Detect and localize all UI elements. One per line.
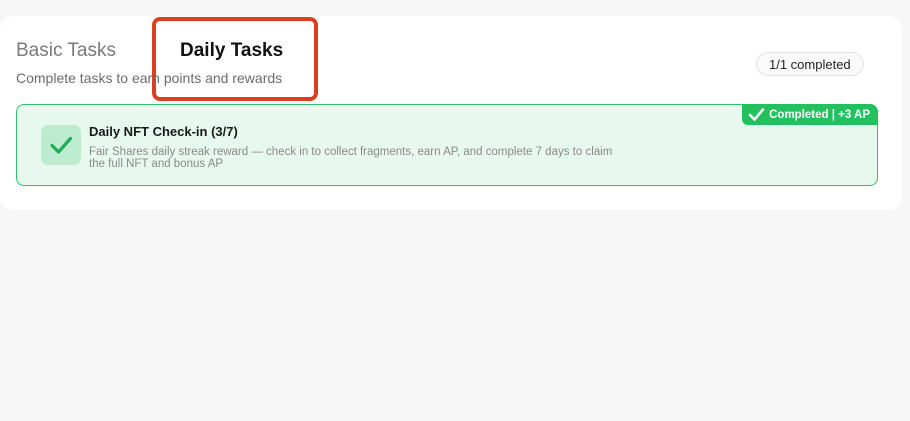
task-card-daily-nft-checkin[interactable]: Daily NFT Check-in (3/7) Fair Shares dai…	[16, 104, 878, 186]
checkmark-icon	[50, 136, 73, 154]
tab-daily-tasks[interactable]: Daily Tasks	[180, 40, 283, 62]
completed-status-badge: Completed | +3 AP	[742, 104, 878, 125]
tab-basic-tasks[interactable]: Basic Tasks	[16, 40, 116, 62]
task-status-icon-box	[41, 125, 81, 165]
completion-count-badge: 1/1 completed	[756, 52, 864, 76]
task-description: Fair Shares daily streak reward — check …	[89, 146, 613, 170]
task-title: Daily NFT Check-in (3/7)	[89, 124, 238, 139]
completed-status-label: Completed | +3 AP	[769, 108, 870, 121]
check-icon	[748, 108, 765, 121]
page-subtitle: Complete tasks to earn points and reward…	[16, 70, 283, 86]
completion-count-label: 1/1 completed	[769, 56, 851, 72]
